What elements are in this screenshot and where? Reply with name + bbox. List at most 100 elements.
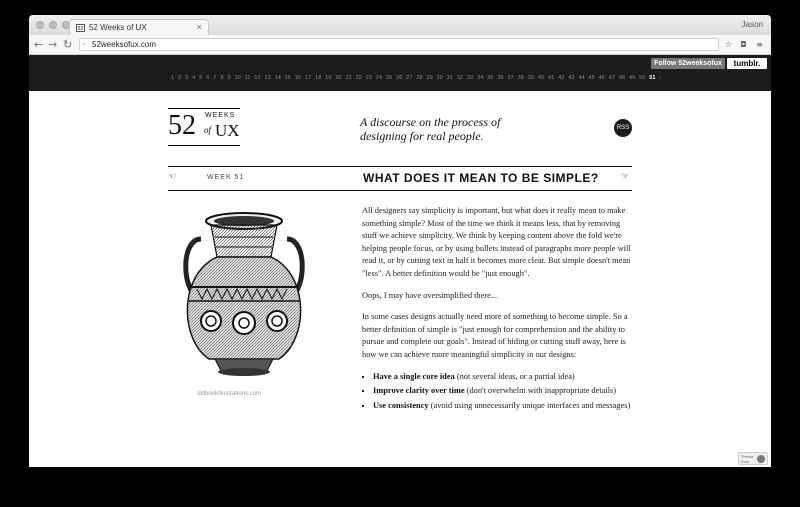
week-link[interactable]: 20 (335, 75, 341, 81)
week-link[interactable]: 43 (568, 75, 574, 81)
bullet-strong: Have a single core idea (373, 371, 455, 381)
week-link[interactable]: 2 (178, 75, 181, 81)
week-link[interactable]: 41 (548, 75, 554, 81)
logo-ux: UX (215, 121, 240, 140)
week-link[interactable]: 39 (528, 75, 534, 81)
week-link[interactable]: 7 (213, 75, 216, 81)
tab-close-icon[interactable]: × (197, 22, 202, 32)
week-link[interactable]: 27 (406, 75, 412, 81)
week-link[interactable]: 11 (245, 75, 251, 81)
week-link[interactable]: 45 (589, 75, 595, 81)
site-tagline: A discourse on the process of designing … (360, 115, 501, 143)
week-link[interactable]: 9 (228, 75, 231, 81)
bullet-rest: (not several ideas, or a partial idea) (454, 371, 575, 381)
week-link[interactable]: 44 (578, 75, 584, 81)
bullet-strong: Improve clarity over time (373, 386, 465, 396)
week-link[interactable]: 16 (295, 75, 301, 81)
week-link[interactable]: 30 (437, 75, 443, 81)
favicon-icon: 52 (76, 23, 85, 32)
window-controls (36, 21, 70, 29)
week-link[interactable]: 4 (192, 75, 195, 81)
pocket-icon[interactable]: ◘ (739, 40, 748, 49)
week-link[interactable]: 15 (285, 75, 291, 81)
week-link[interactable]: 21 (346, 75, 352, 81)
profile-name[interactable]: Jason (742, 20, 763, 29)
forward-arrow-icon[interactable]: → (48, 38, 57, 51)
browser-tab[interactable]: 52 52 Weeks of UX × (69, 19, 209, 35)
week-link[interactable]: 50 (639, 75, 645, 81)
week-link[interactable]: 19 (325, 75, 331, 81)
list-item: Have a single core idea (not several ide… (373, 371, 634, 384)
week-link[interactable]: 14 (275, 75, 281, 81)
logo-of: of (204, 125, 212, 135)
site-logo[interactable]: 52 WEEKS of UX (168, 108, 240, 146)
theme-badge[interactable]: Theme from (738, 452, 768, 465)
image-caption[interactable]: oldbookillustrations.com (197, 391, 261, 397)
browser-window: 52 52 Weeks of UX × Jason ← → ↻ ▫ 52week… (29, 15, 771, 467)
week-link[interactable]: 33 (467, 75, 473, 81)
back-arrow-icon[interactable]: ← (34, 38, 43, 51)
week-link[interactable]: 31 (447, 75, 453, 81)
reload-icon[interactable]: ↻ (63, 38, 72, 51)
list-item: Use consistency (avoid using unnecessari… (373, 400, 634, 413)
minimize-window-button[interactable] (49, 21, 57, 29)
week-navigation: 1 2 3 4 5 6 7 8 9 10 11 12 13 14 15 16 17 18 19 20 21 22 23 24 2… (171, 75, 661, 81)
week-link[interactable]: 12 (254, 75, 260, 81)
week-link[interactable]: 37 (508, 75, 514, 81)
week-link[interactable]: 3 (185, 75, 188, 81)
week-link[interactable]: 42 (558, 75, 564, 81)
week-link[interactable]: 49 (629, 75, 635, 81)
week-link[interactable]: 51 (649, 75, 655, 81)
week-link[interactable]: 36 (497, 75, 503, 81)
week-link[interactable]: 46 (599, 75, 605, 81)
list-item: Improve clarity over time (don't overwhe… (373, 385, 634, 398)
next-week-link[interactable]: › (659, 75, 661, 81)
paragraph: Oops, I may have oversimplified there... (362, 290, 498, 300)
close-window-button[interactable] (36, 21, 44, 29)
vase-illustration (183, 212, 305, 376)
bullet-rest: (don't overwhelm with inappropriate deta… (464, 386, 617, 396)
week-link[interactable]: 17 (305, 75, 311, 81)
menu-icon[interactable]: ≡ (755, 40, 764, 49)
week-link[interactable]: 23 (366, 75, 372, 81)
pointing-hand-right-icon[interactable]: ☞ (621, 172, 629, 182)
week-link[interactable]: 47 (609, 75, 615, 81)
follow-button[interactable]: Follow 52weeksofux (651, 58, 725, 69)
week-link[interactable]: 5 (199, 75, 202, 81)
tab-title: 52 Weeks of UX (89, 23, 147, 32)
browser-toolbar: ← → ↻ ▫ 52weeksofux.com ☆ ◘ ≡ (29, 35, 771, 55)
week-link[interactable]: 10 (235, 75, 241, 81)
bullet-list: Have a single core idea (not several ide… (362, 371, 634, 413)
title-bar: 52 52 Weeks of UX × Jason (29, 15, 771, 35)
url-text: 52weeksofux.com (92, 40, 157, 49)
week-link[interactable]: 48 (619, 75, 625, 81)
pointing-hand-left-icon[interactable]: ☜ (168, 172, 176, 182)
week-link[interactable]: 40 (538, 75, 544, 81)
page-icon: ▫ (83, 41, 86, 48)
week-link[interactable]: 13 (265, 75, 271, 81)
week-link[interactable]: 26 (396, 75, 402, 81)
week-label: WEEK 51 (207, 174, 245, 181)
week-link[interactable]: 1 (171, 75, 174, 81)
week-link[interactable]: 18 (315, 75, 321, 81)
week-link[interactable]: 34 (477, 75, 483, 81)
rss-icon[interactable]: RSS (614, 119, 632, 137)
week-link[interactable]: 28 (416, 75, 422, 81)
post-body: All designers say simplicity is importan… (362, 205, 634, 414)
week-link[interactable]: 24 (376, 75, 382, 81)
week-link[interactable]: 6 (206, 75, 209, 81)
divider-top (168, 166, 632, 167)
paragraph: In some cases designs actually need more… (362, 312, 628, 359)
address-bar[interactable]: ▫ 52weeksofux.com (79, 38, 719, 51)
page-content: 52 WEEKS of UX A discourse on the proces… (29, 91, 771, 467)
week-link[interactable]: 32 (457, 75, 463, 81)
week-link[interactable]: 25 (386, 75, 392, 81)
bookmark-star-icon[interactable]: ☆ (724, 40, 733, 49)
week-link[interactable]: 8 (220, 75, 223, 81)
week-link[interactable]: 35 (487, 75, 493, 81)
site-top-bar: Follow 52weeksofux tumblr. 1 2 3 4 5 6 7 8 9 10 11… (29, 55, 771, 91)
week-link[interactable]: 29 (427, 75, 433, 81)
week-link[interactable]: 38 (518, 75, 524, 81)
week-link[interactable]: 22 (356, 75, 362, 81)
tumblr-button[interactable]: tumblr. (727, 58, 767, 69)
